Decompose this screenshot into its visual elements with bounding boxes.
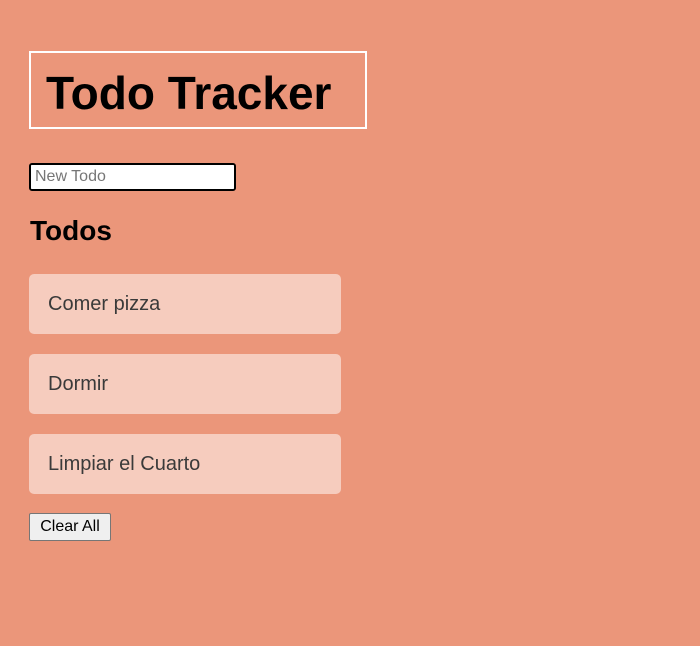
new-todo-input[interactable]	[29, 163, 236, 191]
todo-item[interactable]: Limpiar el Cuarto	[29, 434, 341, 494]
clear-all-button[interactable]: Clear All	[29, 513, 111, 541]
todo-item-label: Limpiar el Cuarto	[48, 452, 201, 475]
title-box: Todo Tracker	[29, 51, 367, 129]
todo-list: Comer pizza Dormir Limpiar el Cuarto	[29, 274, 341, 494]
todo-item[interactable]: Comer pizza	[29, 274, 341, 334]
page-title: Todo Tracker	[46, 67, 332, 119]
todo-item-label: Comer pizza	[48, 292, 161, 315]
todos-heading: Todos	[30, 215, 112, 246]
todo-item-label: Dormir	[48, 372, 108, 395]
todo-item[interactable]: Dormir	[29, 354, 341, 414]
